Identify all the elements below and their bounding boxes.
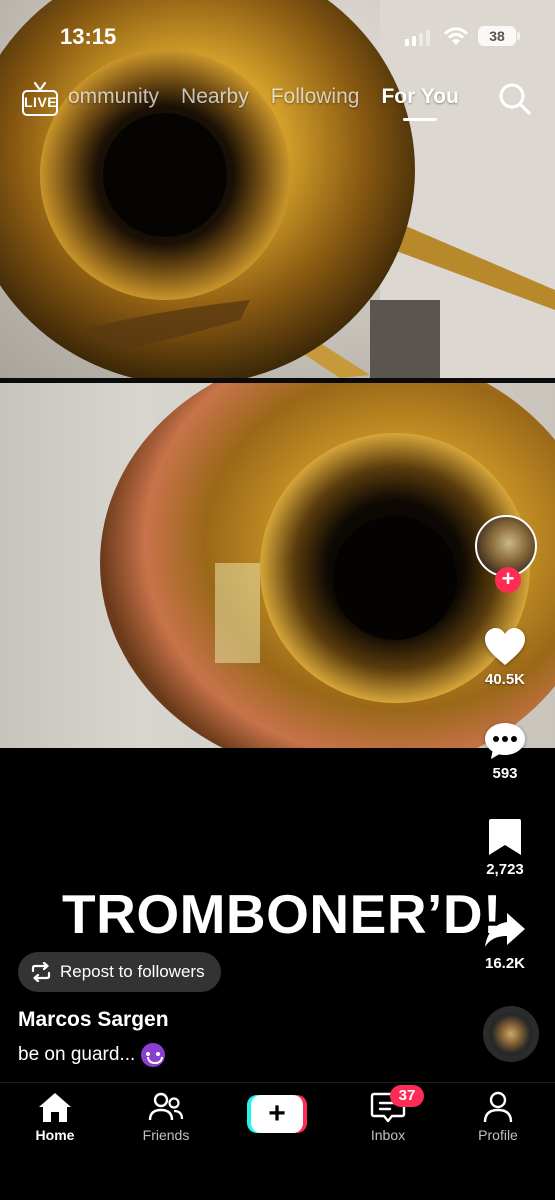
nav-friends[interactable]: Friends bbox=[121, 1091, 211, 1143]
like-action[interactable]: 40.5K bbox=[455, 627, 555, 688]
nav-home-label: Home bbox=[35, 1127, 75, 1143]
description-text: be on guard... bbox=[18, 1044, 136, 1065]
profile-icon bbox=[483, 1091, 513, 1123]
follow-button[interactable]: + bbox=[495, 567, 521, 593]
like-count: 40.5K bbox=[484, 671, 526, 688]
comment-action[interactable]: 593 bbox=[455, 721, 555, 782]
bookmark-icon[interactable] bbox=[487, 817, 523, 857]
feed-tabs: ommunity Nearby Following For You bbox=[68, 85, 459, 109]
nav-inbox-label: Inbox bbox=[370, 1127, 406, 1143]
tab-nearby[interactable]: Nearby bbox=[181, 85, 249, 109]
inbox-badge: 37 bbox=[390, 1085, 424, 1107]
save-action[interactable]: 2,723 bbox=[455, 817, 555, 878]
comment-count: 593 bbox=[492, 765, 518, 782]
bottom-navigation: Home Friends + Inbox Profile bbox=[0, 1082, 555, 1200]
repost-icon bbox=[31, 962, 51, 982]
status-time: 13:15 bbox=[60, 24, 117, 49]
create-button[interactable]: + bbox=[247, 1095, 307, 1133]
comment-icon[interactable] bbox=[483, 721, 527, 761]
smiling-devil-emoji bbox=[141, 1043, 166, 1067]
home-icon bbox=[39, 1093, 71, 1122]
nav-profile[interactable]: Profile bbox=[453, 1091, 543, 1143]
sound-disc[interactable] bbox=[483, 1006, 539, 1062]
status-bar: 13:15 38 bbox=[0, 0, 555, 72]
post-description: be on guard... bbox=[18, 1043, 166, 1067]
wifi-icon bbox=[444, 27, 468, 45]
repost-label: Repost to followers bbox=[60, 962, 205, 981]
battery-indicator: 38 bbox=[478, 26, 520, 46]
create-icon: + bbox=[251, 1095, 303, 1133]
friends-icon bbox=[148, 1092, 184, 1121]
search-icon[interactable] bbox=[498, 82, 532, 116]
video-frame-bottom[interactable] bbox=[0, 383, 555, 748]
top-navigation: LIVE ommunity Nearby Following For You bbox=[0, 78, 555, 128]
nav-home[interactable]: Home bbox=[10, 1091, 100, 1143]
tab-for-you[interactable]: For You bbox=[381, 85, 458, 109]
author-username[interactable]: Marcos Sargen bbox=[18, 1008, 169, 1032]
repost-button[interactable]: Repost to followers bbox=[18, 952, 221, 992]
tab-community[interactable]: ommunity bbox=[68, 85, 159, 109]
nav-friends-label: Friends bbox=[142, 1127, 190, 1143]
save-count: 2,723 bbox=[486, 861, 524, 878]
tab-following[interactable]: Following bbox=[271, 85, 360, 109]
share-count: 16.2K bbox=[484, 955, 526, 972]
video-overlay-caption: TROMBONER’D! bbox=[62, 883, 502, 945]
live-label: LIVE bbox=[22, 90, 58, 116]
trombone-bell-bottom-image bbox=[100, 383, 555, 748]
cellular-signal-icon bbox=[405, 30, 430, 46]
live-icon[interactable]: LIVE bbox=[22, 82, 58, 116]
nav-profile-label: Profile bbox=[478, 1127, 518, 1143]
heart-icon[interactable] bbox=[483, 627, 527, 667]
